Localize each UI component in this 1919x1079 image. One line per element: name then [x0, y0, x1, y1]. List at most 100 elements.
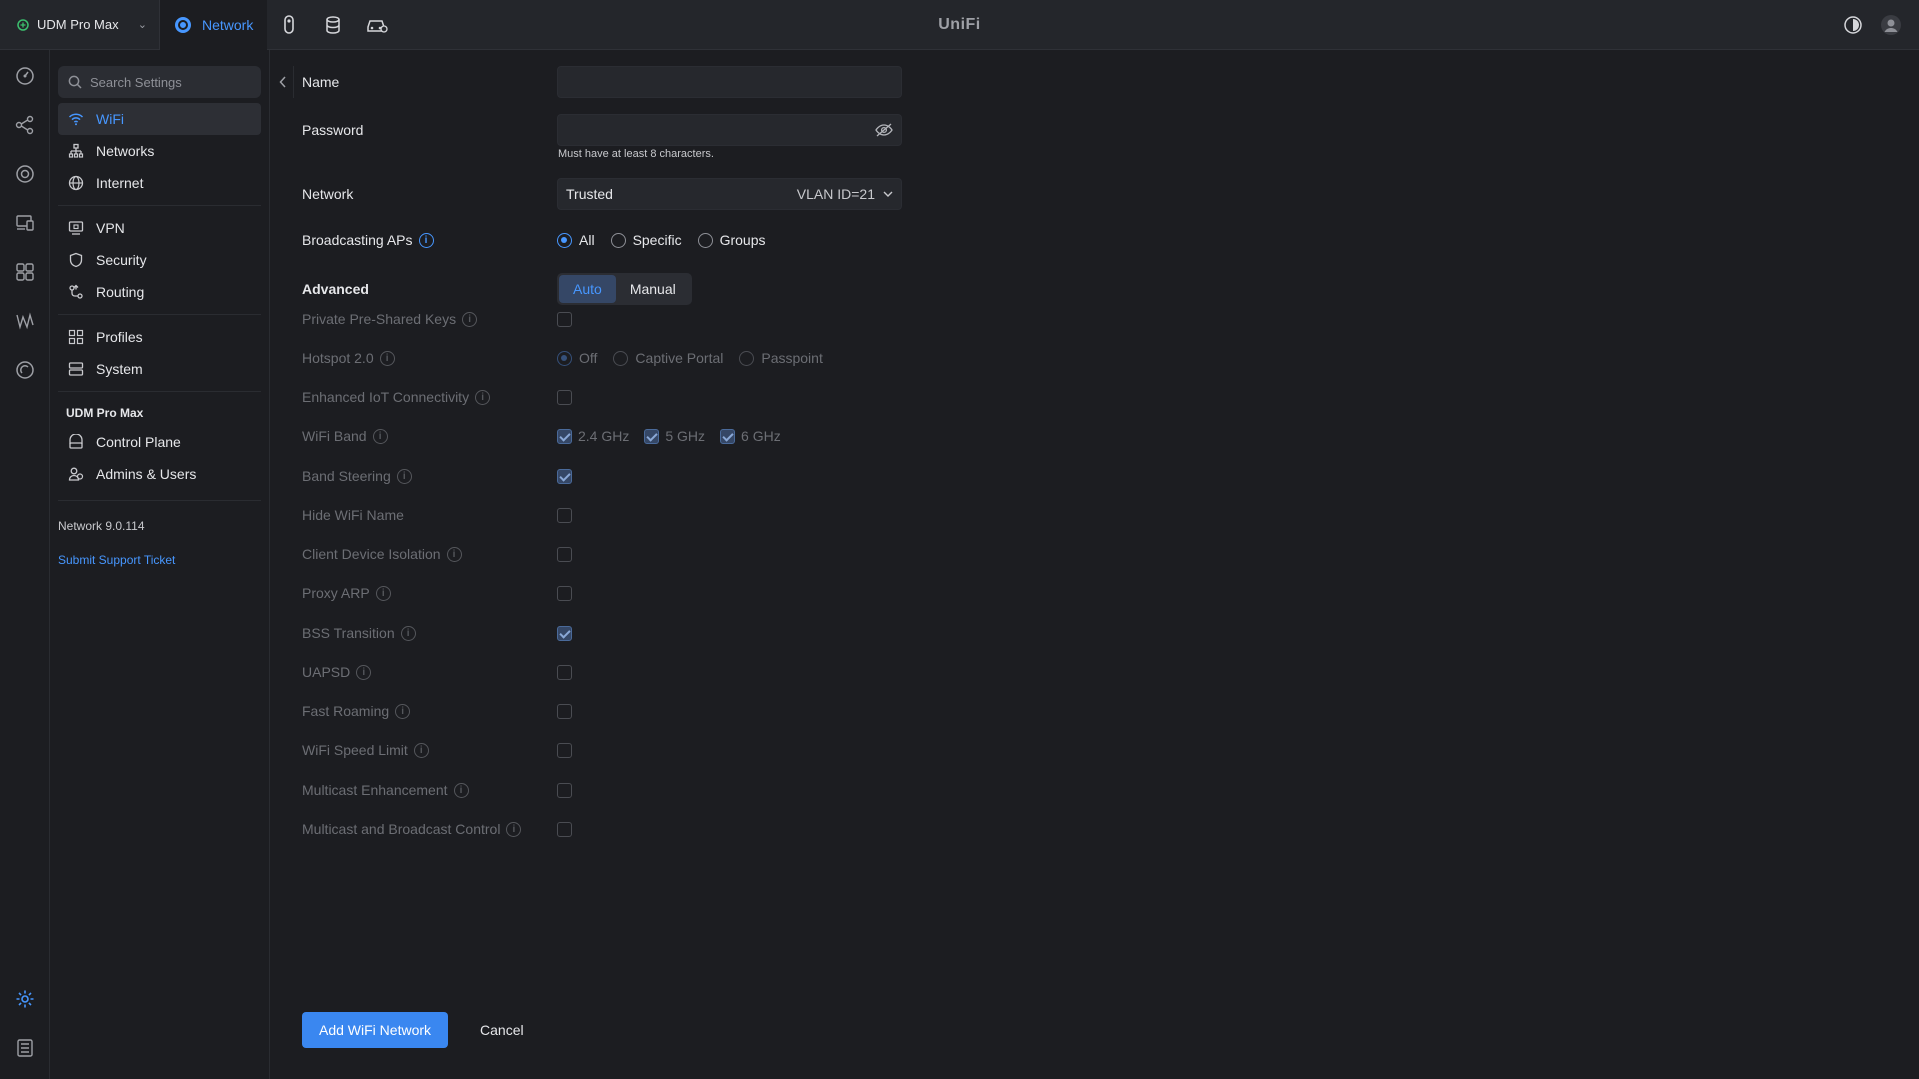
sidebar-item-label: Profiles — [96, 329, 143, 345]
sidebar-item-control-plane[interactable]: Control Plane — [58, 426, 261, 458]
iot-row: Enhanced IoT Connectivity i — [302, 389, 572, 405]
protect-camera-icon[interactable] — [267, 0, 311, 50]
radio-all[interactable]: All — [557, 232, 595, 248]
info-icon[interactable]: i — [446, 546, 462, 562]
alerts-icon[interactable] — [12, 357, 38, 383]
access-vehicle-icon[interactable] — [355, 0, 399, 50]
info-icon[interactable]: i — [462, 311, 478, 327]
chevron-left-icon[interactable] — [272, 66, 294, 98]
bss-checkbox[interactable] — [557, 625, 572, 641]
version-label: Network 9.0.114 — [58, 519, 145, 533]
info-icon[interactable]: i — [372, 428, 388, 444]
proxy-arp-checkbox[interactable] — [557, 585, 572, 601]
devices-icon[interactable] — [12, 161, 38, 187]
radio-groups[interactable]: Groups — [697, 232, 766, 248]
eye-off-icon[interactable] — [875, 123, 893, 137]
radio-off[interactable]: Off — [557, 350, 597, 366]
info-icon[interactable]: i — [395, 703, 411, 719]
fast-roaming-row: Fast Roaming i — [302, 703, 572, 719]
add-wifi-network-button[interactable]: Add WiFi Network — [302, 1012, 449, 1048]
broadcasting-label-text: Broadcasting APs — [302, 232, 413, 248]
steering-label: Band Steering i — [302, 468, 557, 484]
proxy-arp-label: Proxy ARP i — [302, 585, 557, 601]
name-field[interactable] — [557, 66, 902, 98]
client-devices-icon[interactable] — [12, 210, 38, 236]
ppsk-checkbox[interactable] — [557, 311, 572, 327]
band-5g[interactable]: 5 GHz — [644, 428, 705, 444]
info-icon[interactable]: i — [400, 625, 416, 641]
info-icon[interactable]: i — [418, 232, 434, 248]
insights-icon[interactable] — [12, 259, 38, 285]
info-icon[interactable]: i — [475, 389, 491, 405]
password-label: Password — [302, 122, 364, 138]
search-box[interactable] — [58, 66, 261, 98]
band-5g-checkbox[interactable] — [644, 428, 660, 444]
bss-row: BSS Transition i — [302, 625, 572, 641]
users-icon — [68, 467, 84, 481]
theme-toggle-icon[interactable] — [1841, 13, 1865, 37]
band-6g-checkbox[interactable] — [720, 428, 736, 444]
sidebar-item-internet[interactable]: Internet — [58, 167, 261, 199]
fast-roaming-checkbox[interactable] — [557, 703, 572, 719]
support-ticket-link[interactable]: Submit Support Ticket — [58, 533, 261, 567]
multicast-ctrl-checkbox[interactable] — [557, 821, 572, 837]
radio-off-label: Off — [579, 350, 598, 366]
info-icon[interactable]: i — [396, 468, 412, 484]
hide-name-checkbox[interactable] — [557, 507, 572, 523]
speed-limit-label: WiFi Speed Limit i — [302, 742, 557, 758]
password-field[interactable] — [557, 114, 902, 146]
sidebar-item-wifi[interactable]: WiFi — [58, 103, 261, 135]
speed-limit-checkbox[interactable] — [557, 742, 572, 758]
uapsd-label: UAPSD i — [302, 664, 557, 680]
radio-specific-label: Specific — [632, 232, 682, 248]
info-icon[interactable]: i — [356, 664, 372, 680]
topology-icon[interactable] — [12, 112, 38, 138]
uapsd-checkbox[interactable] — [557, 664, 572, 680]
avatar[interactable] — [1879, 13, 1903, 37]
info-icon[interactable]: i — [453, 782, 469, 798]
cancel-button[interactable]: Cancel — [480, 1012, 524, 1048]
chevron-down-icon — [883, 191, 893, 197]
radio-passpoint[interactable]: Passpoint — [739, 350, 823, 366]
password-input[interactable] — [566, 122, 875, 138]
sidebar-item-vpn[interactable]: VPN — [58, 212, 261, 244]
info-icon[interactable]: i — [506, 821, 522, 837]
band-2g-checkbox[interactable] — [557, 428, 572, 444]
radio-captive-portal[interactable]: Captive Portal — [613, 350, 723, 366]
advanced-auto-button[interactable]: Auto — [559, 275, 616, 303]
tab-network[interactable]: Network — [160, 0, 268, 50]
isolation-checkbox[interactable] — [557, 546, 572, 562]
steering-row: Band Steering i — [302, 468, 572, 484]
sidebar-item-system[interactable]: System — [58, 353, 261, 385]
band-2g[interactable]: 2.4 GHz — [557, 428, 629, 444]
routing-icon — [69, 284, 83, 299]
info-icon[interactable]: i — [413, 742, 429, 758]
steering-checkbox[interactable] — [557, 468, 572, 484]
storage-icon[interactable] — [311, 0, 355, 50]
radio-captive-portal-label: Captive Portal — [635, 350, 724, 366]
advanced-manual-button[interactable]: Manual — [616, 275, 690, 303]
search-input[interactable] — [90, 74, 240, 90]
dashboard-icon[interactable] — [12, 63, 38, 89]
multicast-enh-checkbox[interactable] — [557, 782, 572, 798]
iot-checkbox[interactable] — [557, 389, 572, 405]
multicast-ctrl-row: Multicast and Broadcast Control i — [302, 821, 572, 837]
sidebar-item-admins-users[interactable]: Admins & Users — [58, 458, 261, 490]
sidebar-item-profiles[interactable]: Profiles — [58, 321, 261, 353]
network-select[interactable]: Trusted VLAN ID=21 — [557, 178, 902, 210]
traffic-icon[interactable] — [12, 308, 38, 334]
logs-icon[interactable] — [12, 1035, 38, 1061]
sidebar-item-routing[interactable]: Routing — [58, 276, 261, 308]
band-2g-label: 2.4 GHz — [578, 428, 630, 444]
settings-icon[interactable] — [12, 986, 38, 1012]
info-icon[interactable]: i — [375, 585, 391, 601]
info-icon[interactable]: i — [379, 350, 395, 366]
band-6g[interactable]: 6 GHz — [720, 428, 781, 444]
band-options: 2.4 GHz 5 GHz 6 GHz — [557, 428, 781, 444]
sidebar-item-networks[interactable]: Networks — [58, 135, 261, 167]
device-switcher[interactable]: UDM Pro Max ⌄ — [0, 0, 160, 50]
advanced-row: Advanced Auto Manual — [302, 273, 692, 305]
name-input[interactable] — [566, 74, 893, 90]
sidebar-item-security[interactable]: Security — [58, 244, 261, 276]
radio-specific[interactable]: Specific — [610, 232, 682, 248]
